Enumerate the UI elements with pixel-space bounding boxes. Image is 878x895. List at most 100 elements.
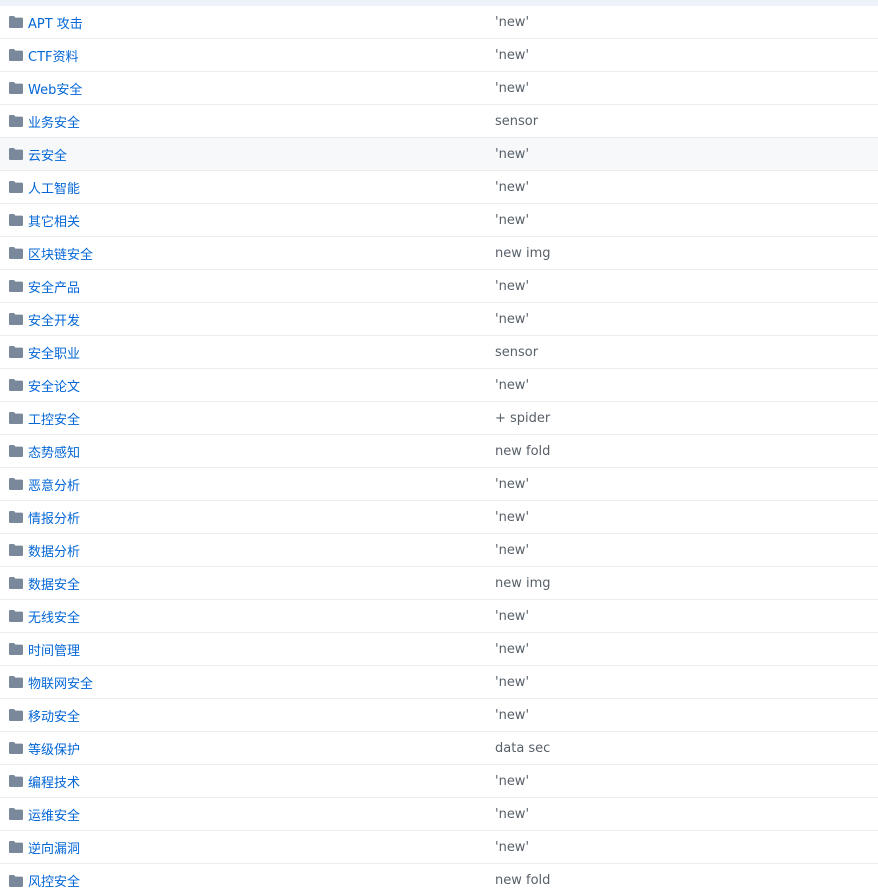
file-row[interactable]: 无线安全 'new' [0,600,878,633]
commit-message-link[interactable]: 'new' [495,708,529,723]
folder-name-link[interactable]: CTF资料 [28,46,495,65]
folder-icon [9,379,23,391]
commit-message-link[interactable]: 'new' [495,15,529,30]
commit-message-link[interactable]: 'new' [495,543,529,558]
folder-name-link[interactable]: 安全产品 [28,277,495,296]
file-row[interactable]: 人工智能 'new' [0,171,878,204]
folder-icon [9,841,23,853]
file-row[interactable]: 情报分析 'new' [0,501,878,534]
commit-message-link[interactable]: 'new' [495,213,529,228]
folder-icon [9,544,23,556]
folder-name-link[interactable]: 恶意分析 [28,475,495,494]
folder-name-link[interactable]: 安全职业 [28,343,495,362]
folder-icon [9,82,23,94]
folder-icon [9,742,23,754]
folder-icon [9,610,23,622]
folder-name-link[interactable]: 情报分析 [28,508,495,527]
file-row[interactable]: Web安全 'new' [0,72,878,105]
file-row[interactable]: 移动安全 'new' [0,699,878,732]
folder-icon [9,214,23,226]
folder-icon [9,247,23,259]
commit-message-link[interactable]: sensor [495,114,538,129]
file-row[interactable]: 时间管理 'new' [0,633,878,666]
commit-message-link[interactable]: 'new' [495,609,529,624]
commit-message-link[interactable]: new fold [495,873,550,888]
folder-name-link[interactable]: 区块链安全 [28,244,495,263]
file-list: APT 攻击 'new' CTF资料 'new' Web安全 'new' 业务安… [0,0,878,895]
commit-message-link[interactable]: 'new' [495,477,529,492]
file-row[interactable]: 编程技术 'new' [0,765,878,798]
folder-icon [9,808,23,820]
folder-icon [9,709,23,721]
file-row[interactable]: 区块链安全 new img [0,237,878,270]
folder-name-link[interactable]: 移动安全 [28,706,495,725]
folder-name-link[interactable]: 物联网安全 [28,673,495,692]
folder-icon [9,676,23,688]
commit-message-link[interactable]: data sec [495,741,550,756]
folder-icon [9,49,23,61]
commit-message-link[interactable]: new img [495,576,551,591]
commit-message-link[interactable]: 'new' [495,279,529,294]
file-row[interactable]: 安全产品 'new' [0,270,878,303]
commit-message-link[interactable]: 'new' [495,180,529,195]
folder-icon [9,511,23,523]
file-row[interactable]: APT 攻击 'new' [0,6,878,39]
commit-message-link[interactable]: 'new' [495,510,529,525]
commit-message-link[interactable]: 'new' [495,48,529,63]
folder-name-link[interactable]: 风控安全 [28,871,495,890]
commit-message-link[interactable]: 'new' [495,81,529,96]
folder-name-link[interactable]: APT 攻击 [28,13,495,32]
file-row[interactable]: 业务安全 sensor [0,105,878,138]
commit-message-link[interactable]: new img [495,246,551,261]
folder-name-link[interactable]: 时间管理 [28,640,495,659]
commit-message-link[interactable]: new fold [495,444,550,459]
file-row[interactable]: 物联网安全 'new' [0,666,878,699]
file-row[interactable]: 安全论文 'new' [0,369,878,402]
folder-icon [9,412,23,424]
folder-name-link[interactable]: 编程技术 [28,772,495,791]
file-row[interactable]: CTF资料 'new' [0,39,878,72]
commit-message-link[interactable]: + spider [495,411,550,426]
folder-name-link[interactable]: 人工智能 [28,178,495,197]
file-row[interactable]: 态势感知 new fold [0,435,878,468]
file-row[interactable]: 数据分析 'new' [0,534,878,567]
commit-message-link[interactable]: 'new' [495,774,529,789]
commit-message-link[interactable]: 'new' [495,642,529,657]
folder-name-link[interactable]: 逆向漏洞 [28,838,495,857]
file-row[interactable]: 风控安全 new fold [0,864,878,895]
folder-name-link[interactable]: 无线安全 [28,607,495,626]
folder-name-link[interactable]: Web安全 [28,79,495,98]
folder-name-link[interactable]: 工控安全 [28,409,495,428]
file-row[interactable]: 安全开发 'new' [0,303,878,336]
folder-name-link[interactable]: 安全论文 [28,376,495,395]
commit-message-link[interactable]: 'new' [495,378,529,393]
folder-icon [9,280,23,292]
folder-icon [9,148,23,160]
file-row[interactable]: 逆向漏洞 'new' [0,831,878,864]
commit-message-link[interactable]: 'new' [495,312,529,327]
file-row[interactable]: 等级保护 data sec [0,732,878,765]
file-row[interactable]: 工控安全 + spider [0,402,878,435]
folder-name-link[interactable]: 运维安全 [28,805,495,824]
folder-name-link[interactable]: 等级保护 [28,739,495,758]
folder-name-link[interactable]: 云安全 [28,145,495,164]
folder-name-link[interactable]: 态势感知 [28,442,495,461]
folder-name-link[interactable]: 安全开发 [28,310,495,329]
commit-message-link[interactable]: sensor [495,345,538,360]
folder-icon [9,577,23,589]
commit-message-link[interactable]: 'new' [495,840,529,855]
file-row[interactable]: 运维安全 'new' [0,798,878,831]
file-row[interactable]: 数据安全 new img [0,567,878,600]
file-row[interactable]: 云安全 'new' [0,138,878,171]
commit-message-link[interactable]: 'new' [495,675,529,690]
folder-name-link[interactable]: 数据分析 [28,541,495,560]
file-row[interactable]: 安全职业 sensor [0,336,878,369]
folder-name-link[interactable]: 业务安全 [28,112,495,131]
folder-icon [9,313,23,325]
folder-name-link[interactable]: 数据安全 [28,574,495,593]
folder-name-link[interactable]: 其它相关 [28,211,495,230]
commit-message-link[interactable]: 'new' [495,147,529,162]
file-row[interactable]: 其它相关 'new' [0,204,878,237]
commit-message-link[interactable]: 'new' [495,807,529,822]
file-row[interactable]: 恶意分析 'new' [0,468,878,501]
